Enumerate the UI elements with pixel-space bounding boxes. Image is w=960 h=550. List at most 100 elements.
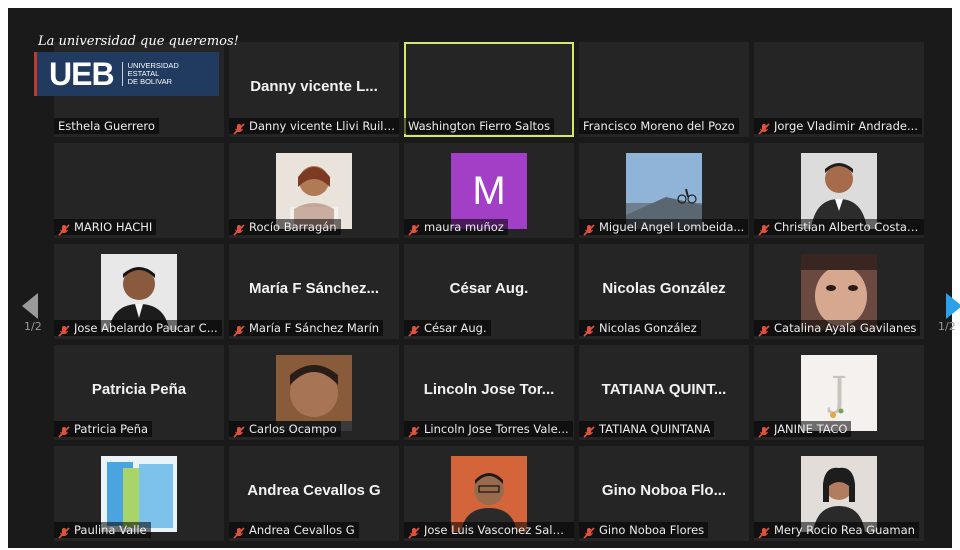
participant-display-name: Andrea Cevallos G <box>247 482 381 499</box>
participant-tile[interactable]: Nicolas González Nicolas González <box>579 244 749 339</box>
participant-tile[interactable]: Jose Luis Vasconez Sala... <box>404 446 574 541</box>
participant-tile[interactable]: Mmaura muñoz <box>404 143 574 238</box>
participant-video <box>101 254 177 330</box>
muted-microphone-icon <box>58 221 70 236</box>
participant-name: Miguel Angel Lombeida... <box>599 220 745 234</box>
participant-tile[interactable]: Gino Noboa Flo... Gino Noboa Flores <box>579 446 749 541</box>
muted-microphone-icon <box>583 423 595 438</box>
participant-name: María F Sánchez Marín <box>249 321 380 335</box>
muted-microphone-icon <box>233 120 245 135</box>
participant-video <box>101 456 177 532</box>
muted-microphone-icon <box>758 120 770 135</box>
participant-video <box>801 254 877 330</box>
participant-name: Christian Alberto Costal... <box>774 220 920 234</box>
participant-name-bar: Paulina Valle <box>54 522 151 539</box>
participant-tile[interactable]: Miguel Angel Lombeida... <box>579 143 749 238</box>
participant-name: JANINE TACO <box>774 422 848 436</box>
participant-tile[interactable]: Lincoln Jose Tor... Lincoln Jose Torres V… <box>404 345 574 440</box>
participant-name-bar: Lincoln Jose Torres Vale... <box>404 421 573 438</box>
participant-tile[interactable]: Rocío Barragán <box>229 143 399 238</box>
muted-microphone-icon <box>758 524 770 539</box>
next-page-icon[interactable] <box>946 293 960 319</box>
muted-microphone-icon <box>408 221 420 236</box>
participant-video <box>276 355 352 431</box>
participant-name-bar: maura muñoz <box>404 219 508 236</box>
muted-microphone-icon <box>408 524 420 539</box>
participant-name-bar: Francisco Moreno del Pozo <box>579 118 739 134</box>
participant-name-bar: Carlos Ocampo <box>229 421 341 438</box>
page-indicator-right: 1/2 <box>938 320 956 333</box>
participant-name: Jose Luis Vasconez Sala... <box>424 523 570 537</box>
participant-name-bar: Jorge Vladimir Andrade... <box>754 118 922 135</box>
participant-name-bar: Christian Alberto Costal... <box>754 219 924 236</box>
participant-name: Francisco Moreno del Pozo <box>583 119 735 133</box>
muted-microphone-icon <box>233 524 245 539</box>
participant-tile[interactable]: Paulina Valle <box>54 446 224 541</box>
previous-page-icon[interactable] <box>22 293 40 319</box>
muted-microphone-icon <box>583 524 595 539</box>
participant-name: Washington Fierro Saltos <box>408 119 551 133</box>
participant-name-bar: Andrea Cevallos G <box>229 522 359 539</box>
logo-line-3: DE BOLIVAR <box>127 77 173 86</box>
slogan-text: La universidad que queremos! <box>38 34 239 49</box>
participant-name: Gino Noboa Flores <box>599 523 705 537</box>
participant-tile[interactable]: TATIANA QUINT... TATIANA QUINTANA <box>579 345 749 440</box>
participant-name-bar: Washington Fierro Saltos <box>404 118 555 134</box>
participant-name-bar: Esthela Guerrero <box>54 118 159 134</box>
muted-microphone-icon <box>408 423 420 438</box>
participant-name-bar: Nicolas González <box>579 320 701 337</box>
participant-tile[interactable]: Mery Rocio Rea Guaman <box>754 446 924 541</box>
participant-name: Paulina Valle <box>74 523 147 537</box>
participant-name: Lincoln Jose Torres Vale... <box>424 422 569 436</box>
participant-tile[interactable]: MARIO HACHI <box>54 143 224 238</box>
participant-tile[interactable]: Francisco Moreno del Pozo <box>579 42 749 137</box>
participant-tile[interactable]: Danny vicente L... Danny vicente Llivi Ru… <box>229 42 399 137</box>
muted-microphone-icon <box>233 322 245 337</box>
participant-name-bar: Miguel Angel Lombeida... <box>579 219 749 236</box>
participant-tile[interactable]: Washington Fierro Saltos <box>404 42 574 137</box>
participant-name-bar: María F Sánchez Marín <box>229 320 384 337</box>
participant-name: Esthela Guerrero <box>58 119 155 133</box>
participant-video <box>801 153 877 229</box>
muted-microphone-icon <box>758 221 770 236</box>
participant-name-bar: Jose Luis Vasconez Sala... <box>404 522 574 539</box>
participant-tile[interactable]: Catalina Ayala Gavilanes <box>754 244 924 339</box>
participant-tile[interactable]: Patricia Peña Patricia Peña <box>54 345 224 440</box>
participant-display-name: Gino Noboa Flo... <box>601 482 727 499</box>
participant-name: Mery Rocio Rea Guaman <box>774 523 915 537</box>
university-logo: UEB UNIVERSIDAD ESTATAL DE BOLIVAR <box>34 52 219 96</box>
participant-tile[interactable]: Carlos Ocampo <box>229 345 399 440</box>
muted-microphone-icon <box>58 524 70 539</box>
muted-microphone-icon <box>58 322 70 337</box>
participant-video <box>451 456 527 532</box>
participant-name: César Aug. <box>424 321 487 335</box>
participant-display-name: Lincoln Jose Tor... <box>423 381 555 398</box>
participant-video: J <box>801 355 877 431</box>
participant-tile[interactable]: Jorge Vladimir Andrade... <box>754 42 924 137</box>
participant-display-name: Nicolas González <box>602 280 726 297</box>
participant-name-bar: TATIANA QUINTANA <box>579 421 715 438</box>
participant-display-name: Patricia Peña <box>91 381 187 398</box>
muted-microphone-icon <box>758 423 770 438</box>
participant-video <box>626 153 702 229</box>
participant-name-bar: Patricia Peña <box>54 421 153 438</box>
participant-tile[interactable]: César Aug. César Aug. <box>404 244 574 339</box>
participant-tile[interactable]: Jose Abelardo Paucar C... <box>54 244 224 339</box>
participant-tile[interactable]: J JANINE TACO <box>754 345 924 440</box>
participant-name: Jorge Vladimir Andrade... <box>774 119 918 133</box>
participant-name-bar: Gino Noboa Flores <box>579 522 709 539</box>
participant-name-bar: Rocío Barragán <box>229 219 341 236</box>
participant-display-name: TATIANA QUINT... <box>601 381 727 398</box>
muted-microphone-icon <box>758 322 770 337</box>
participant-name-bar: César Aug. <box>404 320 491 337</box>
muted-microphone-icon <box>58 423 70 438</box>
participant-name: Patricia Peña <box>74 422 149 436</box>
participant-tile[interactable]: Christian Alberto Costal... <box>754 143 924 238</box>
participant-name-bar: MARIO HACHI <box>54 219 157 236</box>
participant-tile[interactable]: María F Sánchez... María F Sánchez Marín <box>229 244 399 339</box>
participant-tile[interactable]: Andrea Cevallos G Andrea Cevallos G <box>229 446 399 541</box>
participant-name: Andrea Cevallos G <box>249 523 355 537</box>
logo-mark: UEB <box>49 55 115 92</box>
video-gallery: Esthela Guerrero Danny vicente L... Danny … <box>8 8 960 548</box>
participant-name: Nicolas González <box>599 321 697 335</box>
